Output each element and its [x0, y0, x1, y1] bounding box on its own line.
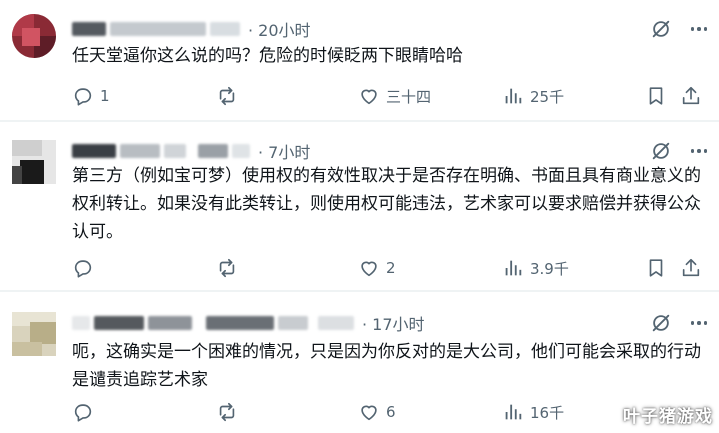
- username: [318, 316, 354, 330]
- repost-button[interactable]: [216, 256, 244, 280]
- share-icon: [682, 258, 700, 277]
- more-icon[interactable]: [688, 18, 710, 40]
- like-count: 6: [386, 403, 396, 421]
- like-button[interactable]: 6: [358, 400, 396, 424]
- view-count: 16千: [530, 403, 565, 422]
- timestamp[interactable]: · 17小时: [362, 311, 425, 335]
- repost-icon: [219, 402, 235, 422]
- like-button[interactable]: 2: [358, 256, 396, 280]
- timestamp[interactable]: · 20小时: [248, 17, 311, 41]
- action-bar: 1 三十四 25千: [72, 84, 712, 108]
- username: [210, 22, 240, 36]
- views-icon: [505, 404, 522, 420]
- grok-icon[interactable]: [650, 18, 672, 40]
- heart-icon: [361, 405, 377, 421]
- like-button[interactable]: 三十四: [358, 84, 431, 108]
- display-name: [164, 144, 186, 158]
- avatar[interactable]: [12, 14, 56, 58]
- bookmark-icon: [649, 87, 663, 105]
- like-count: 三十四: [386, 87, 432, 106]
- repost-button[interactable]: [216, 400, 244, 424]
- heart-icon: [361, 261, 377, 277]
- display-name[interactable]: [72, 22, 106, 36]
- repost-button[interactable]: [216, 84, 244, 108]
- username[interactable]: [198, 144, 228, 158]
- bookmark-button[interactable]: [645, 256, 667, 280]
- display-name[interactable]: [72, 316, 90, 330]
- username: [278, 316, 308, 330]
- post-text: 任天堂逼你这么说的吗？危险的时候眨两下眼睛哈哈: [72, 46, 463, 66]
- post-header: · 7小时: [72, 140, 310, 162]
- reply-icon: [74, 88, 92, 106]
- display-name: [94, 316, 144, 330]
- like-count: 2: [386, 259, 396, 277]
- avatar[interactable]: [12, 312, 56, 356]
- watermark: 叶子猪游戏: [623, 407, 713, 427]
- views-icon: [505, 260, 522, 276]
- view-count: 3.9千: [530, 259, 569, 278]
- grok-icon[interactable]: [650, 312, 672, 334]
- reply-post-1[interactable]: · 20小时 任天堂逼你这么说的吗？危险的时候眨两下眼睛哈哈 1 三十四 25千: [0, 0, 719, 120]
- display-name[interactable]: [72, 144, 116, 158]
- share-button[interactable]: [680, 84, 702, 108]
- avatar[interactable]: [12, 140, 56, 184]
- views-icon: [505, 88, 522, 104]
- view-count: 25千: [530, 87, 565, 106]
- bookmark-icon: [649, 259, 663, 277]
- username: [232, 144, 250, 158]
- reply-button[interactable]: 1: [72, 84, 110, 108]
- share-button[interactable]: [680, 256, 702, 280]
- action-bar: 2 3.9千: [72, 256, 712, 280]
- views-button[interactable]: 3.9千: [502, 256, 569, 280]
- repost-icon: [219, 258, 235, 278]
- reply-count: 1: [100, 87, 110, 105]
- username[interactable]: [206, 316, 274, 330]
- views-button[interactable]: 16千: [502, 400, 564, 424]
- reply-post-2[interactable]: · 7小时 第三方（例如宝可梦）使用权的有效性取决于是否存在明确、书面且具有商业…: [0, 122, 719, 290]
- post-text: 第三方（例如宝可梦）使用权的有效性取决于是否存在明确、书面且具有商业意义的权利转…: [72, 166, 701, 242]
- reply-post-3[interactable]: · 17小时 呃，这确实是一个困难的情况，只是因为你反对的是大公司，他们可能会采…: [0, 292, 719, 433]
- bookmark-button[interactable]: [645, 84, 667, 108]
- display-name: [120, 144, 160, 158]
- repost-icon: [219, 86, 235, 106]
- username[interactable]: [110, 22, 206, 36]
- heart-icon: [361, 89, 377, 105]
- views-button[interactable]: 25千: [502, 84, 564, 108]
- share-icon: [682, 86, 700, 105]
- post-text: 呃，这确实是一个困难的情况，只是因为你反对的是大公司，他们可能会采取的行动是谴责…: [72, 342, 701, 390]
- timestamp[interactable]: · 7小时: [258, 139, 310, 163]
- display-name: [148, 316, 192, 330]
- reply-icon: [74, 260, 92, 278]
- more-icon[interactable]: [688, 312, 710, 334]
- post-header: · 20小时: [72, 18, 311, 40]
- action-bar: 6 16千: [72, 400, 712, 424]
- reply-icon: [74, 404, 92, 422]
- reply-button[interactable]: [72, 400, 100, 424]
- reply-button[interactable]: [72, 256, 100, 280]
- post-header: · 17小时: [72, 312, 425, 334]
- grok-icon[interactable]: [650, 140, 672, 162]
- more-icon[interactable]: [688, 140, 710, 162]
